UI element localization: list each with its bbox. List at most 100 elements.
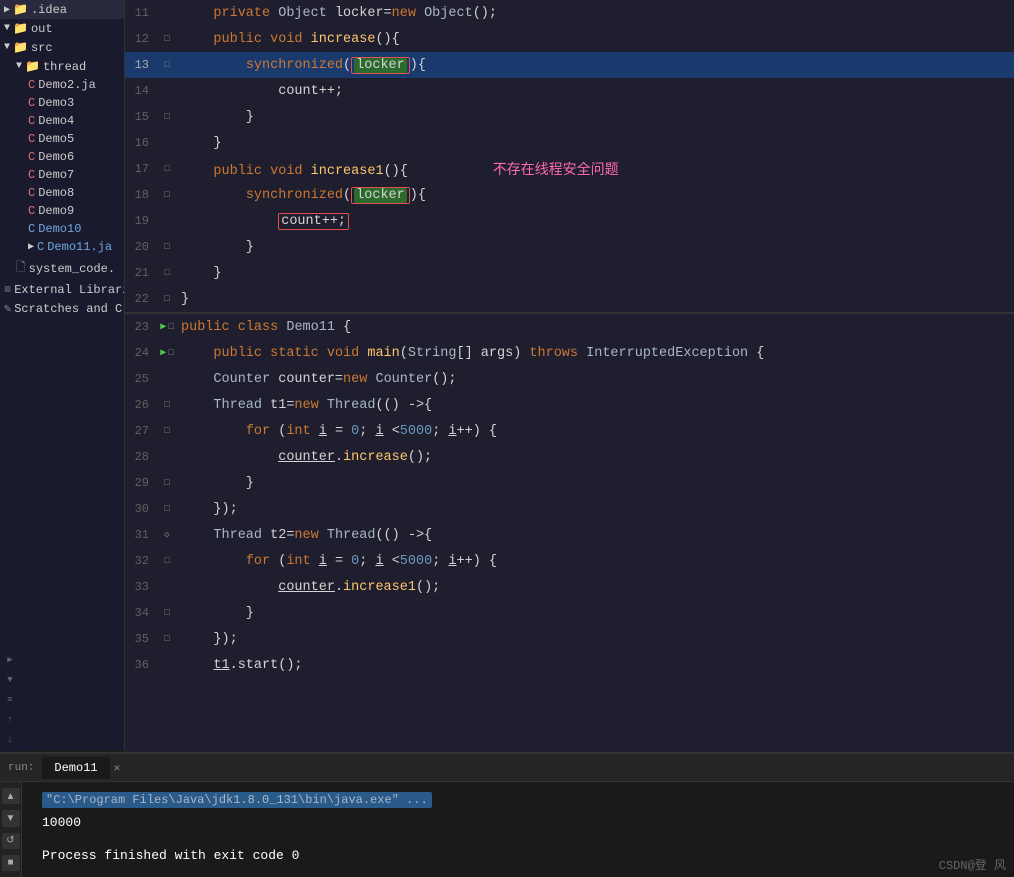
sidebar-item-demo8[interactable]: C Demo8 [0,184,124,202]
fold-icon[interactable]: □ [164,426,169,436]
annotation-text: 不存在线程安全问题 [493,161,619,177]
gutter-32: □ [157,556,177,566]
fold-icon[interactable]: □ [164,634,169,644]
java-icon: C [28,150,35,164]
console-path-text: "C:\Program Files\Java\jdk1.8.0_131\bin\… [42,792,432,808]
code-line-25: 25 Counter counter=new Counter(); [125,366,1014,392]
fold-icon[interactable]: □ [164,400,169,410]
fold-icon[interactable]: □ [164,478,169,488]
sidebar-item-demo9[interactable]: C Demo9 [0,202,124,220]
fold-icon[interactable]: □ [164,294,169,304]
bottom-content: ▲ ▼ ↺ ■ "C:\Program Files\Java\jdk1.8.0_… [0,782,1014,877]
sidebar-label: .idea [31,3,67,17]
java-icon: C [28,168,35,182]
scroll-up-button[interactable]: ▲ [2,788,20,804]
nav-icon-2[interactable]: ▼ [2,672,18,688]
collapse-arrow: ▼ [16,61,22,72]
nav-icon-3[interactable]: ≡ [2,692,18,708]
code-content-11: private Object locker=new Object(); [177,6,1014,21]
java-icon: C [28,78,35,92]
code-editor: 11 private Object locker=new Object(); 1… [125,0,1014,752]
gutter-26: □ [157,400,177,410]
line-number: 27 [125,424,157,438]
rerun-button[interactable]: ↺ [2,833,20,849]
sidebar-item-system[interactable]: 🗋 system_code. [0,256,124,281]
code-content-13: synchronized(locker){ [177,57,1014,74]
stop-button[interactable]: ■ [2,855,20,871]
folder-icon: 📁 [13,21,28,36]
sidebar-item-external[interactable]: ≡ External Librarie [0,281,124,299]
run-label: run: [8,762,34,774]
line-number: 23 [125,320,157,334]
console-value-text: 10000 [42,815,81,830]
java-icon: C [28,186,35,200]
sidebar-item-out[interactable]: ▼ 📁 out [0,19,124,38]
fold-icon[interactable]: □ [164,60,169,70]
sidebar-label: thread [43,60,86,74]
code-line-28: 28 counter.increase(); [125,444,1014,470]
code-line-15: 15 □ } [125,104,1014,130]
sidebar-label: Demo8 [38,186,74,200]
sidebar-item-demo11[interactable]: ▶ C Demo11.ja [0,238,124,256]
sidebar-item-src[interactable]: ▼ 📁 src [0,38,124,57]
line-number: 30 [125,502,157,516]
sidebar-label: Scratches and C [14,302,122,316]
file-icon: 🗋 [16,258,26,279]
code-content-21: } [177,266,1014,281]
nav-icon-5[interactable]: ↓ [2,732,18,748]
sidebar-label: Demo10 [38,222,81,236]
fold-icon[interactable]: ◇ [164,530,169,540]
console-output-area: "C:\Program Files\Java\jdk1.8.0_131\bin\… [22,782,1014,877]
folder-icon: 📁 [13,2,28,17]
gutter-21: □ [157,268,177,278]
line-number: 17 [125,162,157,176]
sidebar-label: src [31,41,53,55]
code-content-27: for (int i = 0; i <5000; i++) { [177,424,1014,439]
fold-icon[interactable]: □ [164,268,169,278]
sidebar-item-demo3[interactable]: C Demo3 [0,94,124,112]
code-content-30: }); [177,502,1014,517]
code-line-20: 20 □ } [125,234,1014,260]
sidebar-item-thread[interactable]: ▼ 📁 thread [0,57,124,76]
console-done-text: Process finished with exit code 0 [42,848,299,863]
fold-icon[interactable]: □ [164,112,169,122]
sidebar-item-demo5[interactable]: C Demo5 [0,130,124,148]
code-content-28: counter.increase(); [177,450,1014,465]
tab-demo11[interactable]: Demo11 [42,757,109,779]
java-icon: C [28,204,35,218]
nav-icon-4[interactable]: ↑ [2,712,18,728]
nav-icon-1[interactable]: ▶ [2,652,18,668]
fold-icon[interactable]: □ [164,608,169,618]
code-line-29: 29 □ } [125,470,1014,496]
sidebar-label: Demo3 [38,96,74,110]
fold-icon[interactable]: □ [164,556,169,566]
gutter-35: □ [157,634,177,644]
line-number: 24 [125,346,157,360]
fold-icon[interactable]: □ [168,348,173,358]
sidebar-item-demo6[interactable]: C Demo6 [0,148,124,166]
fold-icon[interactable]: □ [164,190,169,200]
sidebar-item-idea[interactable]: ▶ 📁 .idea [0,0,124,19]
sidebar-item-scratches[interactable]: ✎ Scratches and C [0,299,124,318]
run-icon[interactable]: ▶ [160,321,166,333]
console-side-buttons: ▲ ▼ ↺ ■ [0,782,22,877]
close-tab-button[interactable]: ✕ [114,761,121,775]
line-number: 20 [125,240,157,254]
run-icon[interactable]: ▶ [160,347,166,359]
scroll-down-button[interactable]: ▼ [2,810,20,826]
code-content-15: } [177,110,1014,125]
console-path-line: "C:\Program Files\Java\jdk1.8.0_131\bin\… [34,788,1002,811]
fold-icon[interactable]: □ [164,34,169,44]
java-icon: C [28,132,35,146]
bottom-tab-bar: run: Demo11 ✕ [0,754,1014,782]
sidebar-item-demo2[interactable]: C Demo2.ja [0,76,124,94]
sidebar-item-demo10[interactable]: C Demo10 [0,220,124,238]
sidebar-item-demo7[interactable]: C Demo7 [0,166,124,184]
fold-icon[interactable]: □ [168,322,173,332]
code-content-31: Thread t2=new Thread(() ->{ [177,528,1014,543]
fold-icon[interactable]: □ [164,242,169,252]
fold-icon[interactable]: □ [164,504,169,514]
gutter-18: □ [157,190,177,200]
sidebar-item-demo4[interactable]: C Demo4 [0,112,124,130]
fold-icon[interactable]: □ [164,164,169,174]
